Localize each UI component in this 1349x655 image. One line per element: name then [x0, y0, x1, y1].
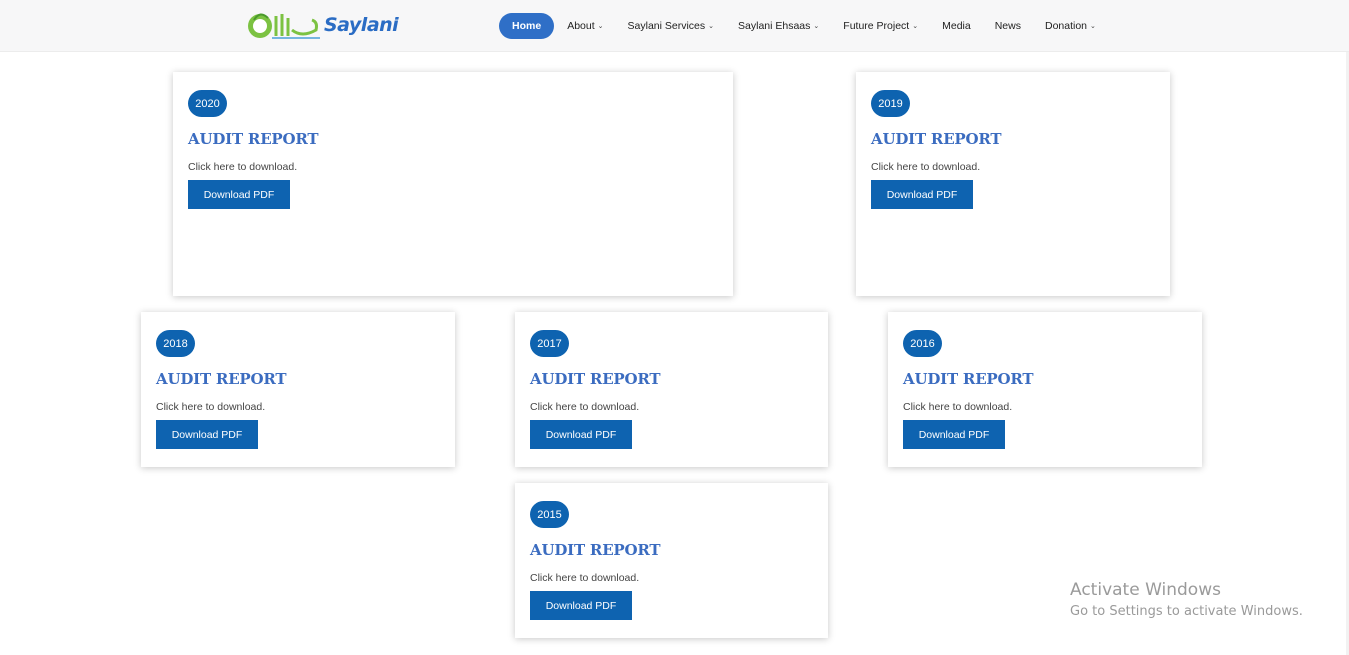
card-text: Click here to download.	[530, 572, 640, 584]
nav-saylani-ehsaas-label: Saylani Ehsaas	[738, 20, 811, 32]
nav-future-project-label: Future Project	[843, 20, 910, 32]
card-text: Click here to download.	[903, 401, 1013, 413]
download-pdf-button[interactable]: Download PDF	[530, 591, 632, 620]
nav-saylani-services-label: Saylani Services	[627, 20, 706, 32]
nav-saylani-ehsaas[interactable]: Saylani Ehsaas ⌄	[726, 13, 831, 39]
download-pdf-button[interactable]: Download PDF	[903, 420, 1005, 449]
chevron-down-icon: ⌄	[1090, 23, 1096, 30]
nav-news[interactable]: News	[983, 13, 1033, 39]
card-title: AUDIT REPORT	[156, 370, 287, 388]
report-card-2015: 2015 AUDIT REPORT Click here to download…	[515, 483, 828, 638]
nav-donation[interactable]: Donation ⌄	[1033, 13, 1108, 39]
report-card-2019: 2019 AUDIT REPORT Click here to download…	[856, 72, 1170, 296]
chevron-down-icon: ⌄	[912, 23, 919, 30]
nav-media[interactable]: Media	[930, 13, 983, 39]
download-pdf-button[interactable]: Download PDF	[156, 420, 258, 449]
main-nav: Home About ⌄ Saylani Services ⌄ Saylani …	[499, 13, 1108, 39]
report-card-2016: 2016 AUDIT REPORT Click here to download…	[888, 312, 1202, 467]
activate-windows-watermark: Activate Windows Go to Settings to activ…	[1070, 580, 1303, 619]
nav-home-label: Home	[512, 20, 542, 32]
year-badge: 2016	[903, 330, 942, 357]
year-badge: 2015	[530, 501, 569, 528]
chevron-down-icon: ⌄	[708, 23, 715, 30]
watermark-title: Activate Windows	[1070, 580, 1221, 600]
top-navbar: Saylani Home About ⌄ Saylani Services ⌄ …	[0, 0, 1349, 52]
report-card-2017: 2017 AUDIT REPORT Click here to download…	[515, 312, 828, 467]
card-title: AUDIT REPORT	[903, 370, 1034, 388]
card-text: Click here to download.	[188, 161, 298, 173]
card-title: AUDIT REPORT	[871, 130, 1002, 148]
nav-about[interactable]: About ⌄	[555, 13, 615, 39]
year-badge: 2018	[156, 330, 195, 357]
card-title: AUDIT REPORT	[188, 130, 319, 148]
report-card-2020: 2020 AUDIT REPORT Click here to download…	[173, 72, 733, 296]
report-card-2018: 2018 AUDIT REPORT Click here to download…	[141, 312, 455, 467]
nav-donation-label: Donation	[1044, 20, 1088, 32]
year-badge: 2019	[871, 90, 910, 117]
year-badge: 2017	[530, 330, 569, 357]
logo-text: Saylani	[324, 14, 399, 36]
card-text: Click here to download.	[530, 401, 640, 413]
nav-saylani-services[interactable]: Saylani Services ⌄	[616, 13, 727, 39]
year-badge: 2020	[188, 90, 227, 117]
chevron-down-icon: ⌄	[813, 23, 820, 30]
download-pdf-button[interactable]: Download PDF	[188, 180, 290, 209]
card-text: Click here to download.	[156, 401, 266, 413]
nav-future-project[interactable]: Future Project ⌄	[831, 13, 930, 39]
chevron-down-icon: ⌄	[597, 23, 604, 30]
card-title: AUDIT REPORT	[530, 541, 661, 559]
download-pdf-button[interactable]: Download PDF	[530, 420, 632, 449]
logo-emblem-icon	[248, 13, 320, 39]
nav-about-label: About	[567, 20, 595, 32]
card-title: AUDIT REPORT	[530, 370, 661, 388]
nav-home[interactable]: Home	[499, 13, 555, 39]
download-pdf-button[interactable]: Download PDF	[871, 180, 973, 209]
saylani-logo[interactable]: Saylani	[246, 8, 399, 44]
watermark-subtitle: Go to Settings to activate Windows.	[1070, 604, 1303, 619]
nav-news-label: News	[994, 20, 1021, 32]
card-text: Click here to download.	[871, 161, 981, 173]
nav-media-label: Media	[942, 20, 971, 32]
